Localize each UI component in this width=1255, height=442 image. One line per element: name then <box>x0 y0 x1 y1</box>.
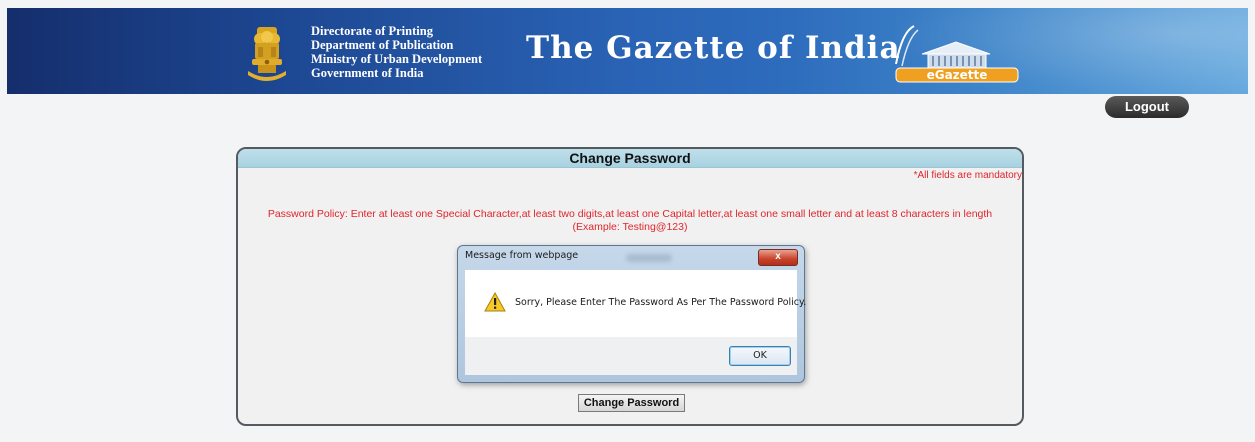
dialog-footer: OK <box>465 337 797 375</box>
panel-title: Change Password <box>238 149 1022 168</box>
site-title: The Gazette of India <box>526 30 901 66</box>
mandatory-note: *All fields are mandatory <box>913 170 1022 181</box>
dialog-close-button[interactable]: x <box>758 249 798 266</box>
change-password-button[interactable]: Change Password <box>578 394 685 412</box>
dialog-message: Sorry, Please Enter The Password As Per … <box>515 297 807 308</box>
dept-line-department: Department of Publication <box>311 38 454 52</box>
password-policy: Password Policy: Enter at least one Spec… <box>238 208 1022 234</box>
warning-icon <box>484 292 506 312</box>
header-banner: Directorate of Printing Department of Pu… <box>7 8 1248 94</box>
logout-button[interactable]: Logout <box>1105 96 1189 118</box>
dept-line-ministry: Ministry of Urban Development <box>311 52 483 66</box>
password-policy-text: Password Policy: Enter at least one Spec… <box>267 208 993 220</box>
department-text: Directorate of Printing Department of Pu… <box>311 24 482 80</box>
dialog-body: Sorry, Please Enter The Password As Per … <box>465 270 806 337</box>
state-emblem-icon <box>248 27 286 81</box>
egazette-logo-text: eGazette <box>927 68 988 82</box>
dept-line-government: Government of India <box>311 66 424 80</box>
dept-line-directorate: Directorate of Printing <box>311 24 433 38</box>
dialog-title: Message from webpage <box>465 250 579 261</box>
egazette-logo: eGazette <box>895 25 1019 83</box>
dialog-title-blur <box>626 254 672 262</box>
alert-dialog: Message from webpage x Sorry, Please Ent… <box>457 245 806 383</box>
password-policy-example: (Example: Testing@123) <box>572 221 688 233</box>
ok-button[interactable]: OK <box>729 346 791 366</box>
